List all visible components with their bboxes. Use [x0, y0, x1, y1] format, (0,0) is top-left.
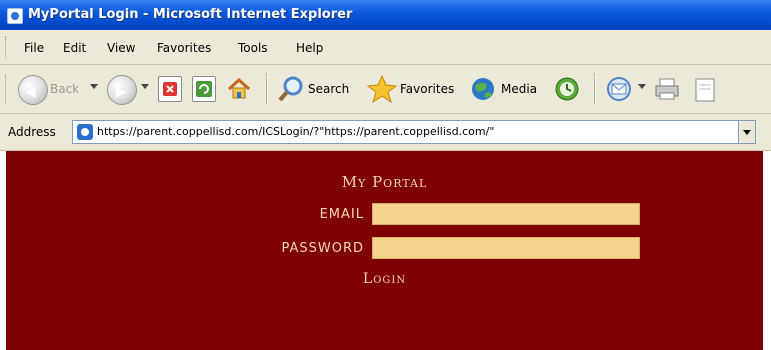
search-button-label[interactable]: Search [308, 82, 349, 96]
toolbar-separator [266, 73, 268, 105]
mail-icon[interactable] [604, 73, 634, 105]
mail-dropdown-icon[interactable] [638, 84, 646, 89]
favorites-button-label[interactable]: Favorites [400, 82, 454, 96]
menubar-grip [5, 36, 9, 58]
page-icon [77, 124, 93, 140]
address-label: Address [8, 125, 56, 139]
standard-toolbar: ◀ Back ▶ Search Favorites Media [0, 65, 771, 114]
print-icon[interactable] [652, 73, 682, 105]
ie-window-icon [7, 8, 23, 24]
media-button-label[interactable]: Media [501, 82, 537, 96]
toolbar-separator [594, 73, 596, 105]
favorites-star-icon[interactable] [366, 73, 398, 105]
toolbar-grip [5, 75, 9, 103]
history-icon[interactable] [552, 73, 582, 105]
menu-bar: File Edit View Favorites Tools Help [0, 30, 771, 65]
page-content: My Portal EMAIL PASSWORD Login [6, 151, 763, 350]
home-icon[interactable] [226, 76, 251, 100]
back-dropdown-icon[interactable] [90, 84, 98, 89]
back-icon[interactable]: ◀ [18, 75, 48, 105]
address-input[interactable]: https://parent.coppellisd.com/ICSLogin/?… [72, 120, 756, 144]
menu-view[interactable]: View [107, 41, 135, 55]
address-url[interactable]: https://parent.coppellisd.com/ICSLogin/?… [97, 125, 494, 138]
stop-icon[interactable] [158, 76, 182, 102]
menu-tools[interactable]: Tools [238, 41, 268, 55]
password-field[interactable] [372, 237, 640, 259]
menu-favorites[interactable]: Favorites [157, 41, 211, 55]
email-label: EMAIL [319, 207, 364, 222]
password-label: PASSWORD [281, 241, 364, 256]
address-dropdown-icon[interactable] [738, 121, 755, 143]
portal-title: My Portal [341, 173, 428, 191]
search-icon[interactable] [276, 73, 306, 105]
menu-help[interactable]: Help [296, 41, 323, 55]
back-button-label[interactable]: Back [50, 82, 79, 96]
edit-icon[interactable] [690, 73, 720, 105]
media-icon[interactable] [468, 73, 498, 105]
address-bar: Address https://parent.coppellisd.com/IC… [0, 114, 771, 151]
window-title: MyPortal Login - Microsoft Internet Expl… [28, 7, 353, 22]
forward-icon[interactable]: ▶ [107, 75, 137, 105]
title-bar: MyPortal Login - Microsoft Internet Expl… [0, 0, 771, 30]
email-field[interactable] [372, 203, 640, 225]
menu-edit[interactable]: Edit [63, 41, 86, 55]
forward-dropdown-icon[interactable] [141, 84, 149, 89]
menu-file[interactable]: File [24, 41, 44, 55]
login-button[interactable]: Login [6, 271, 763, 287]
refresh-icon[interactable] [192, 76, 216, 102]
browser-window: MyPortal Login - Microsoft Internet Expl… [0, 0, 771, 350]
